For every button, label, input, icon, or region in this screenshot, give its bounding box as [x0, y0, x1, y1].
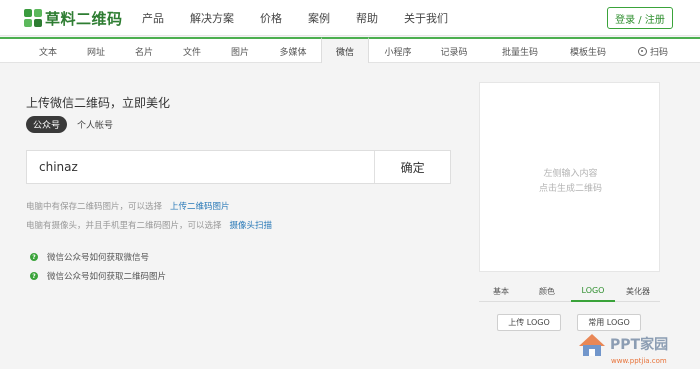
type-personal-account[interactable]: 个人帐号: [77, 118, 113, 131]
tab-card[interactable]: 名片: [122, 39, 166, 63]
main-nav: 产品 解决方案 价格 案例 帮助 关于我们: [142, 0, 474, 36]
nav-item-products[interactable]: 产品: [142, 10, 164, 26]
tab-text[interactable]: 文本: [26, 39, 70, 63]
question-icon: ?: [30, 272, 38, 280]
style-tab-logo[interactable]: LOGO: [571, 280, 615, 302]
tab-wechat[interactable]: 微信: [321, 37, 369, 63]
tab-batch-generate[interactable]: 批量生码: [492, 39, 548, 63]
tab-record-code[interactable]: 记录码: [430, 39, 478, 63]
house-logo-icon: [578, 332, 606, 358]
help-item-get-qr[interactable]: ? 微信公众号如何获取二维码图片: [30, 270, 166, 282]
upload-logo-button[interactable]: 上传 LOGO: [497, 314, 561, 331]
hint-upload-text: 电脑中有保存二维码图片，可以选择: [26, 202, 163, 212]
style-tab-color[interactable]: 颜色: [525, 280, 569, 302]
nav-item-cases[interactable]: 案例: [308, 10, 330, 26]
wechat-id-input[interactable]: [27, 151, 375, 183]
hint-camera: 电脑有摄像头，并且手机里有二维码图片，可以选择 摄像头扫描: [26, 219, 272, 231]
question-icon: ?: [30, 253, 38, 261]
scan-label: 扫码: [649, 47, 668, 58]
login-register-button[interactable]: 登录 / 注册: [607, 7, 673, 29]
help-item-label: 微信公众号如何获取二维码图片: [47, 272, 167, 282]
common-logo-button[interactable]: 常用 LOGO: [577, 314, 641, 331]
hint-upload: 电脑中有保存二维码图片，可以选择 上传二维码图片: [26, 200, 230, 212]
preview-placeholder-line2: 点击生成二维码: [538, 184, 602, 194]
brand-logo[interactable]: 草料二维码: [24, 8, 123, 28]
scan-icon: [637, 46, 647, 56]
nav-item-about[interactable]: 关于我们: [404, 10, 448, 26]
preview-placeholder-line1: 左侧输入内容: [543, 169, 598, 179]
style-tabs: 基本 颜色 LOGO 美化器: [479, 280, 660, 302]
tab-media[interactable]: 多媒体: [268, 39, 318, 63]
camera-scan-link[interactable]: 摄像头扫描: [230, 221, 273, 231]
qr-logo-icon: [24, 9, 42, 27]
tab-template-generate[interactable]: 模板生码: [560, 39, 616, 63]
nav-item-help[interactable]: 帮助: [356, 10, 378, 26]
scan-button[interactable]: 扫码: [632, 39, 674, 63]
tab-url[interactable]: 网址: [74, 39, 118, 63]
tab-miniprogram[interactable]: 小程序: [374, 39, 422, 63]
help-item-label: 微信公众号如何获取微信号: [47, 253, 150, 263]
wechat-id-form: 确定: [26, 150, 451, 184]
tab-file[interactable]: 文件: [170, 39, 214, 63]
type-subnav: 文本 网址 名片 文件 图片 多媒体 微信 小程序 记录码 批量生码 模板生码 …: [0, 37, 700, 63]
type-official-account[interactable]: 公众号: [26, 116, 68, 133]
style-tab-basic[interactable]: 基本: [479, 280, 523, 302]
qr-preview-area: 左侧输入内容 点击生成二维码: [479, 82, 660, 272]
upload-qr-image-link[interactable]: 上传二维码图片: [170, 202, 230, 212]
help-item-get-id[interactable]: ? 微信公众号如何获取微信号: [30, 251, 149, 263]
tab-image[interactable]: 图片: [218, 39, 262, 63]
nav-item-solutions[interactable]: 解决方案: [190, 10, 234, 26]
hint-camera-text: 电脑有摄像头，并且手机里有二维码图片，可以选择: [26, 221, 222, 231]
style-tab-beautifier[interactable]: 美化器: [616, 280, 660, 302]
watermark-url: www.pptjia.com: [611, 357, 667, 365]
page-title: 上传微信二维码，立即美化: [26, 96, 171, 110]
nav-item-pricing[interactable]: 价格: [260, 10, 282, 26]
confirm-button[interactable]: 确定: [374, 151, 450, 183]
account-type-toggle: 公众号 个人帐号: [26, 116, 113, 133]
top-header: 草料二维码 产品 解决方案 价格 案例 帮助 关于我们 登录 / 注册: [0, 0, 700, 36]
pptjia-watermark: PPT家园: [578, 332, 668, 358]
logo-text: 草料二维码: [45, 9, 123, 28]
watermark-text: PPT家园: [610, 336, 669, 353]
